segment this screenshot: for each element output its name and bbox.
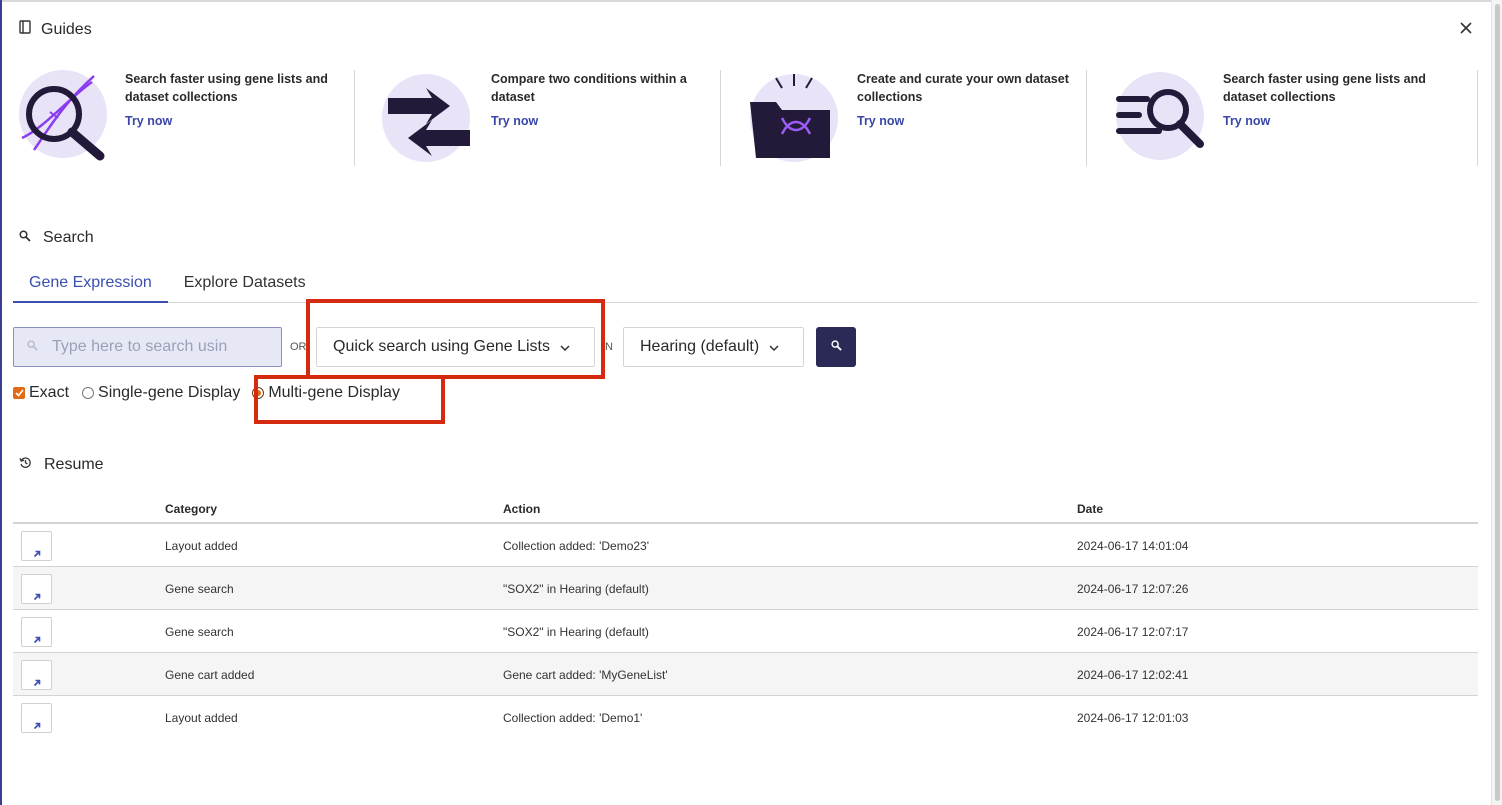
gene-list-select-value: Quick search using Gene Lists (333, 338, 550, 355)
arrow-up-right-icon (33, 633, 41, 647)
gene-list-select[interactable]: Quick search using Gene Lists (316, 327, 595, 367)
table-header: Category Action Date (13, 495, 1478, 524)
resume-open-button[interactable] (21, 531, 52, 561)
table-row: Gene cart added Gene cart added: 'MyGene… (13, 653, 1478, 696)
row-date: 2024-06-17 12:07:26 (1077, 582, 1189, 596)
row-action: Collection added: 'Demo1' (503, 711, 643, 725)
exact-checkbox[interactable] (13, 387, 25, 399)
single-gene-option[interactable]: Single-gene Display (82, 384, 240, 402)
in-label: IN (602, 341, 613, 353)
try-now-link[interactable]: Try now (491, 114, 538, 128)
gene-search-field[interactable] (13, 327, 282, 367)
guides-list: Search faster using gene lists and datas… (14, 68, 1478, 166)
display-options: Exact Single-gene Display Multi-gene Dis… (13, 383, 400, 403)
window-top-edge (0, 0, 1502, 2)
row-date: 2024-06-17 12:07:17 (1077, 625, 1189, 639)
close-button[interactable] (1456, 20, 1476, 40)
guides-title: Guides (41, 20, 92, 38)
search-title: Search (43, 229, 94, 246)
row-action: Gene cart added: 'MyGeneList' (503, 668, 668, 682)
multi-gene-radio[interactable] (252, 387, 265, 399)
single-gene-label: Single-gene Display (98, 384, 241, 401)
guide-divider (720, 70, 721, 166)
search-tabs: Gene Expression Explore Datasets (13, 268, 1478, 303)
exact-label: Exact (29, 384, 70, 401)
single-gene-radio[interactable] (82, 387, 95, 399)
window-left-edge (0, 0, 2, 805)
search-icon (19, 229, 31, 247)
guide-card-gene-lists: Search faster using gene lists and datas… (14, 68, 380, 166)
chevron-down-icon (560, 338, 570, 356)
row-action: "SOX2" in Hearing (default) (503, 625, 649, 639)
resume-title: Resume (44, 456, 104, 473)
or-label: OR (290, 341, 307, 353)
book-icon (19, 20, 31, 39)
guide-title: Search faster using gene lists and datas… (125, 72, 328, 104)
row-category: Gene search (165, 582, 234, 596)
swap-arrows-icon (380, 68, 476, 164)
table-row: Gene search "SOX2" in Hearing (default) … (13, 610, 1478, 653)
vertical-scrollbar[interactable] (1491, 0, 1502, 805)
chevron-down-icon (769, 338, 779, 356)
row-category: Gene cart added (165, 668, 255, 682)
column-header-date: Date (1077, 502, 1104, 516)
column-header-action: Action (503, 502, 541, 516)
guide-card-compare-conditions: Compare two conditions within a dataset … (380, 68, 746, 166)
guide-card-dataset-collections: Create and curate your own dataset colle… (746, 68, 1112, 166)
resume-header: Resume (19, 456, 104, 474)
exact-option[interactable]: Exact (13, 384, 69, 402)
close-icon (1460, 21, 1472, 39)
row-date: 2024-06-17 12:01:03 (1077, 711, 1189, 725)
dataset-select-value: Hearing (default) (640, 338, 760, 355)
arrow-up-right-icon (33, 719, 41, 733)
guides-header: Guides (19, 20, 92, 39)
search-header: Search (19, 229, 94, 247)
row-category: Layout added (165, 711, 238, 725)
resume-open-button[interactable] (21, 574, 52, 604)
guide-title: Create and curate your own dataset colle… (857, 72, 1069, 104)
row-date: 2024-06-17 12:02:41 (1077, 668, 1189, 682)
guide-title: Search faster using gene lists and datas… (1223, 72, 1426, 104)
search-icon (830, 338, 842, 356)
guide-divider (354, 70, 355, 166)
try-now-link[interactable]: Try now (857, 114, 904, 128)
scrollbar-thumb[interactable] (1495, 4, 1500, 801)
multi-gene-label: Multi-gene Display (268, 384, 400, 401)
table-row: Layout added Collection added: 'Demo1' 2… (13, 696, 1478, 739)
arrow-up-right-icon (33, 676, 41, 690)
gene-search-input[interactable] (52, 338, 252, 356)
search-icon (27, 338, 38, 356)
resume-open-button[interactable] (21, 703, 52, 733)
guide-card-gene-lists-2: Search faster using gene lists and datas… (1112, 68, 1478, 166)
row-date: 2024-06-17 14:01:04 (1077, 539, 1189, 553)
try-now-link[interactable]: Try now (1223, 114, 1270, 128)
list-search-icon (1112, 68, 1208, 164)
row-action: Collection added: 'Demo23' (503, 539, 650, 553)
folder-dna-icon (746, 68, 842, 164)
table-row: Gene search "SOX2" in Hearing (default) … (13, 567, 1478, 610)
search-button[interactable] (816, 327, 856, 367)
guide-divider (1086, 70, 1087, 166)
table-row: Layout added Collection added: 'Demo23' … (13, 524, 1478, 567)
resume-open-button[interactable] (21, 660, 52, 690)
column-header-category: Category (165, 502, 218, 516)
resume-table: Category Action Date Layout added Collec… (13, 495, 1478, 739)
dataset-select[interactable]: Hearing (default) (623, 327, 804, 367)
guide-divider (1477, 70, 1478, 166)
row-action: "SOX2" in Hearing (default) (503, 582, 649, 596)
multi-gene-option[interactable]: Multi-gene Display (252, 384, 400, 402)
magnifier-dna-icon (14, 68, 110, 164)
history-icon (19, 456, 32, 474)
row-category: Gene search (165, 625, 234, 639)
arrow-up-right-icon (33, 547, 41, 561)
arrow-up-right-icon (33, 590, 41, 604)
guide-title: Compare two conditions within a dataset (491, 72, 687, 104)
tab-explore-datasets[interactable]: Explore Datasets (168, 268, 322, 303)
try-now-link[interactable]: Try now (125, 114, 172, 128)
row-category: Layout added (165, 539, 238, 553)
tab-gene-expression[interactable]: Gene Expression (13, 268, 168, 303)
resume-open-button[interactable] (21, 617, 52, 647)
